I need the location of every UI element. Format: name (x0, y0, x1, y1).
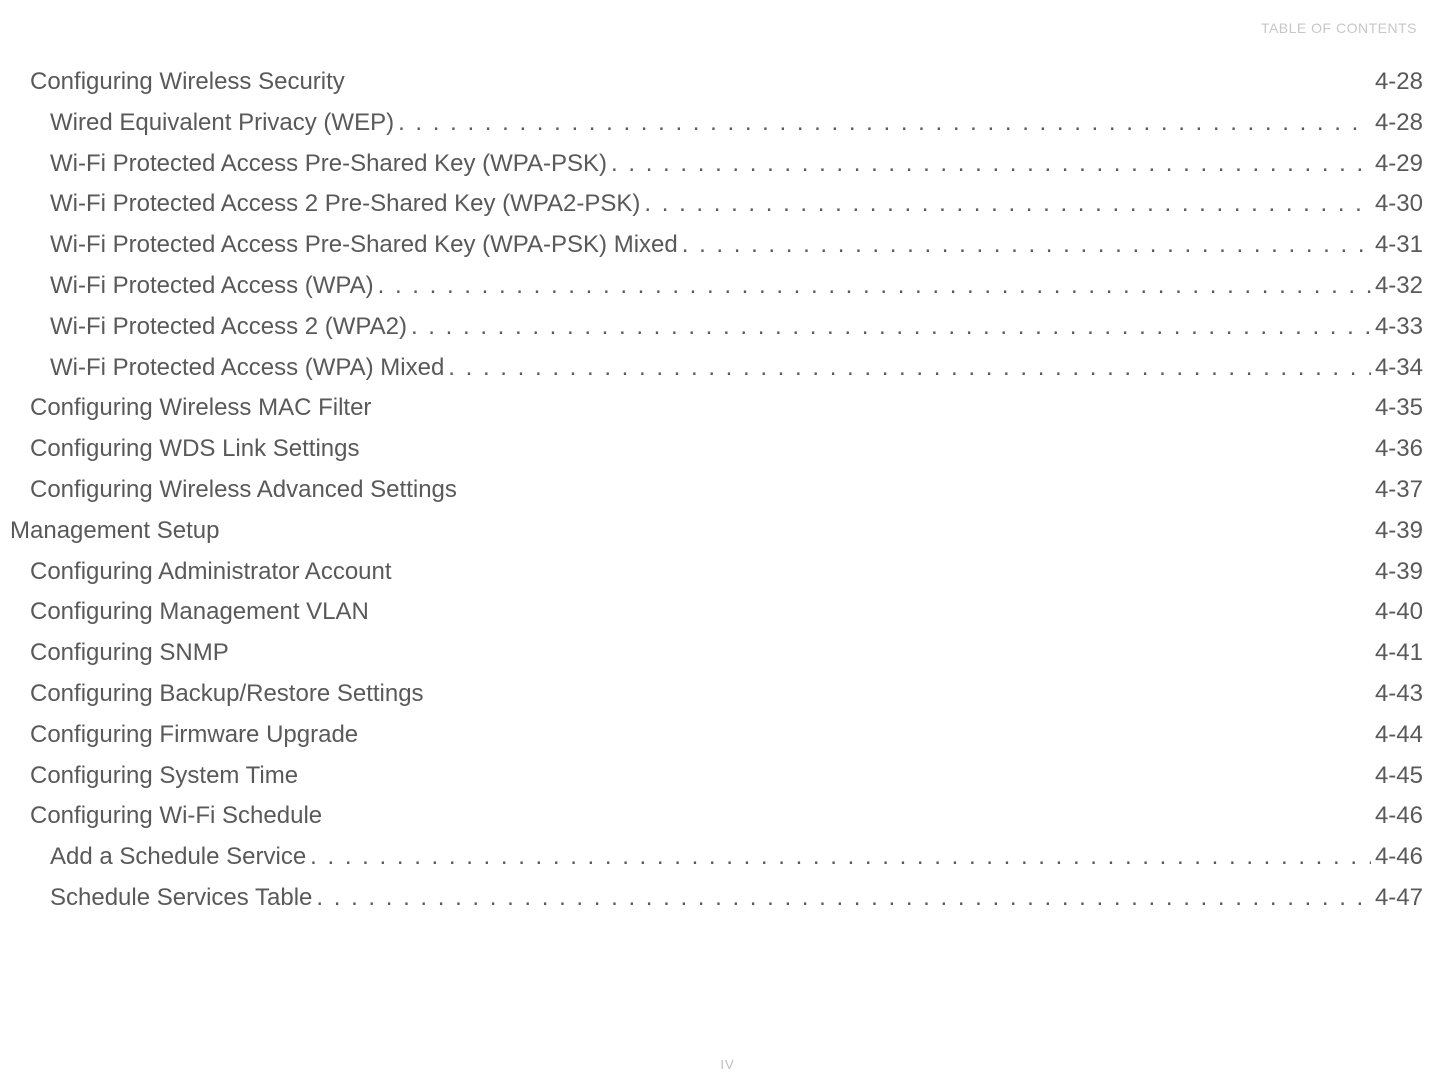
toc-entry-title: Configuring SNMP (30, 633, 229, 674)
toc-entry: Configuring SNMP . . . . . . . . . . . .… (10, 633, 1423, 674)
toc-entry-title: Wi-Fi Protected Access (WPA) Mixed (50, 348, 444, 389)
toc-entry-page: 4-39 (1375, 552, 1423, 593)
toc-entry-page: 4-37 (1375, 470, 1423, 511)
toc-entry-title: Configuring Firmware Upgrade (30, 715, 358, 756)
toc-entry: Add a Schedule Service . . . . . . . . .… (10, 837, 1423, 878)
toc-entry: Configuring Wireless Advanced Settings .… (10, 470, 1423, 511)
toc-entry-page: 4-36 (1375, 429, 1423, 470)
running-header: TABLE OF CONTENTS (1261, 20, 1417, 36)
toc-entry: Configuring Backup/Restore Settings . . … (10, 674, 1423, 715)
toc-leader-dots: . . . . . . . . . . . . . . . . . . . . … (682, 225, 1371, 266)
toc-entry-page: 4-43 (1375, 674, 1423, 715)
page-container: TABLE OF CONTENTS Configuring Wireless S… (0, 0, 1455, 1090)
toc-entry-title: Configuring Management VLAN (30, 592, 369, 633)
toc-entry-title: Wi-Fi Protected Access 2 Pre-Shared Key … (50, 184, 640, 225)
toc-entry: Configuring Wi-Fi Schedule . . . . . . .… (10, 796, 1423, 837)
toc-entry: Configuring System Time . . . . . . . . … (10, 756, 1423, 797)
toc-entry-page: 4-34 (1375, 348, 1423, 389)
toc-entry: Wi-Fi Protected Access Pre-Shared Key (W… (10, 225, 1423, 266)
toc-entry-page: 4-40 (1375, 592, 1423, 633)
toc-entry-title: Configuring Wireless Security (30, 62, 345, 103)
toc-entry-page: 4-46 (1375, 796, 1423, 837)
toc-entry: Wi-Fi Protected Access (WPA) . . . . . .… (10, 266, 1423, 307)
toc-entry-title: Configuring WDS Link Settings (30, 429, 359, 470)
footer-page-number: IV (0, 1057, 1455, 1072)
toc-entry-title: Wired Equivalent Privacy (WEP) (50, 103, 394, 144)
toc-entry-page: 4-29 (1375, 144, 1423, 185)
toc-entry: Configuring WDS Link Settings . . . . . … (10, 429, 1423, 470)
toc-entry-title: Wi-Fi Protected Access Pre-Shared Key (W… (50, 225, 678, 266)
toc-leader-dots: . . . . . . . . . . . . . . . . . . . . … (448, 348, 1371, 389)
toc-entry-page: 4-45 (1375, 756, 1423, 797)
toc-leader-dots: . . . . . . . . . . . . . . . . . . . . … (378, 266, 1371, 307)
toc-entry-page: 4-31 (1375, 225, 1423, 266)
toc-entry-page: 4-44 (1375, 715, 1423, 756)
toc-entry: Wi-Fi Protected Access Pre-Shared Key (W… (10, 144, 1423, 185)
toc-entry-title: Schedule Services Table (50, 878, 312, 919)
toc-entry-title: Configuring System Time (30, 756, 298, 797)
toc-entry-page: 4-41 (1375, 633, 1423, 674)
toc-entry-title: Add a Schedule Service (50, 837, 306, 878)
toc-entry-title: Wi-Fi Protected Access 2 (WPA2) (50, 307, 407, 348)
toc-entry: Schedule Services Table . . . . . . . . … (10, 878, 1423, 919)
toc-entry: Configuring Administrator Account . . . … (10, 552, 1423, 593)
toc-entry-page: 4-46 (1375, 837, 1423, 878)
toc-entry-title: Configuring Wi-Fi Schedule (30, 796, 322, 837)
toc-entry-title: Configuring Wireless MAC Filter (30, 388, 371, 429)
toc-entry: Configuring Wireless Security . . . . . … (10, 62, 1423, 103)
toc-leader-dots: . . . . . . . . . . . . . . . . . . . . … (310, 837, 1371, 878)
toc-entry-title: Wi-Fi Protected Access Pre-Shared Key (W… (50, 144, 607, 185)
toc-entry: Configuring Wireless MAC Filter . . . . … (10, 388, 1423, 429)
toc-entry-title: Management Setup (10, 511, 219, 552)
toc-entry-page: 4-28 (1375, 103, 1423, 144)
toc-leader-dots: . . . . . . . . . . . . . . . . . . . . … (411, 307, 1371, 348)
toc-entry-page: 4-28 (1375, 62, 1423, 103)
toc-leader-dots: . . . . . . . . . . . . . . . . . . . . … (611, 144, 1371, 185)
toc-entry: Management Setup . . . . . . . . . . . .… (10, 511, 1423, 552)
toc-entry-page: 4-39 (1375, 511, 1423, 552)
toc-entry-page: 4-33 (1375, 307, 1423, 348)
toc-leader-dots: . . . . . . . . . . . . . . . . . . . . … (644, 184, 1371, 225)
toc-entry: Wi-Fi Protected Access 2 Pre-Shared Key … (10, 184, 1423, 225)
toc-entry: Wi-Fi Protected Access 2 (WPA2) . . . . … (10, 307, 1423, 348)
toc-entry: Wi-Fi Protected Access (WPA) Mixed . . .… (10, 348, 1423, 389)
toc-entry: Configuring Management VLAN . . . . . . … (10, 592, 1423, 633)
toc-leader-dots: . . . . . . . . . . . . . . . . . . . . … (398, 103, 1371, 144)
table-of-contents: Configuring Wireless Security . . . . . … (10, 62, 1423, 919)
toc-entry-page: 4-30 (1375, 184, 1423, 225)
toc-entry-page: 4-47 (1375, 878, 1423, 919)
toc-entry: Configuring Firmware Upgrade . . . . . .… (10, 715, 1423, 756)
toc-leader-dots: . . . . . . . . . . . . . . . . . . . . … (316, 878, 1371, 919)
toc-entry: Wired Equivalent Privacy (WEP) . . . . .… (10, 103, 1423, 144)
toc-entry-title: Configuring Backup/Restore Settings (30, 674, 424, 715)
toc-entry-page: 4-35 (1375, 388, 1423, 429)
toc-entry-title: Configuring Wireless Advanced Settings (30, 470, 457, 511)
toc-entry-title: Wi-Fi Protected Access (WPA) (50, 266, 374, 307)
toc-entry-title: Configuring Administrator Account (30, 552, 392, 593)
toc-entry-page: 4-32 (1375, 266, 1423, 307)
